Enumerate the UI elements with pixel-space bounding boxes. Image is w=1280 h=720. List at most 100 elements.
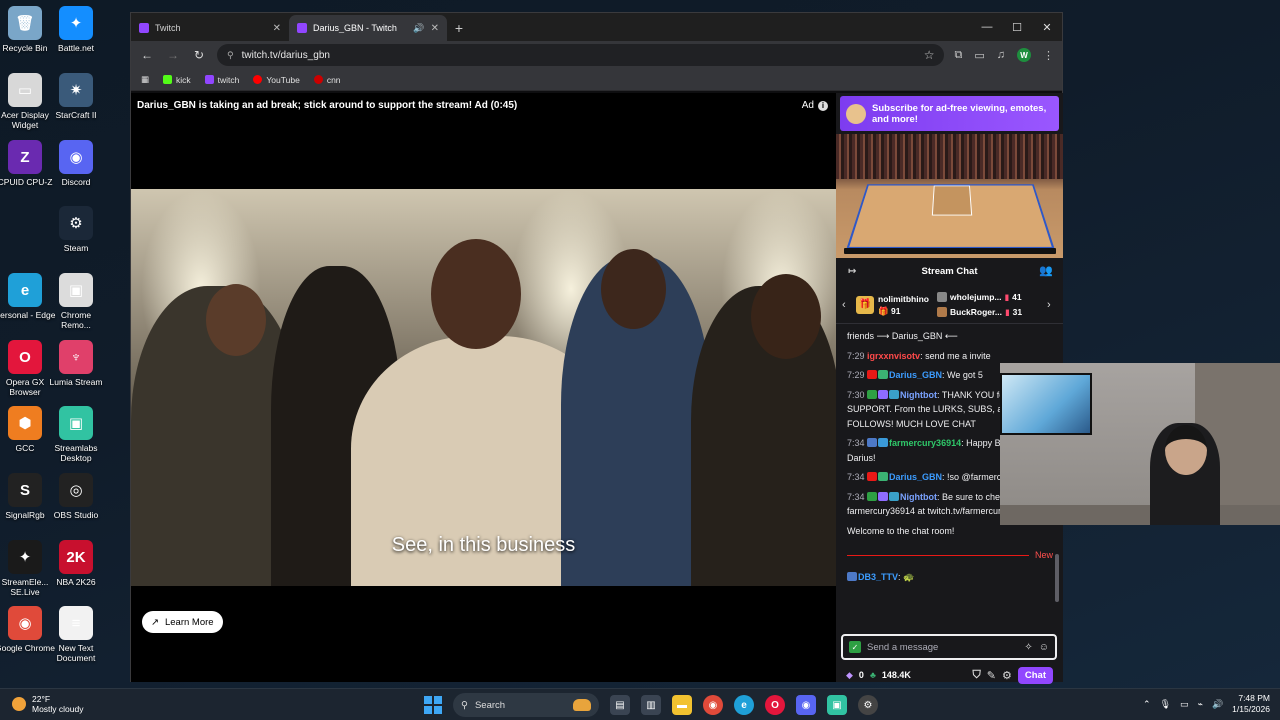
chat-badge-icon[interactable]: [867, 438, 878, 447]
desktop-icon[interactable]: ◉ Discord: [45, 140, 107, 187]
desktop-icon[interactable]: ≡ New Text Document: [45, 606, 107, 663]
bookmark-cnn[interactable]: cnn: [313, 75, 341, 85]
chat-badge-icon[interactable]: [878, 389, 889, 399]
chat-badge-icon[interactable]: [889, 491, 900, 501]
gift-list-item[interactable]: BuckRoger... ▮ 31: [937, 305, 1022, 320]
bookmark-youtube[interactable]: YouTube: [253, 75, 300, 85]
network-icon[interactable]: ⌁: [1198, 699, 1203, 710]
learn-more-button[interactable]: ↗ Learn More: [142, 611, 223, 633]
tab-darius-gbn[interactable]: Darius_GBN - Twitch 🔊 ✕: [289, 15, 447, 41]
chat-badge-icon[interactable]: [878, 472, 889, 481]
desktop-icon[interactable]: ▣ Chrome Remo...: [45, 273, 107, 330]
chat-badge-icon[interactable]: [867, 491, 878, 501]
top-gifter[interactable]: nolimitbhino 🎁 91: [878, 293, 929, 317]
scrollbar-thumb[interactable]: [1055, 554, 1059, 602]
microphone-icon[interactable]: 🎙: [1160, 699, 1171, 710]
chat-badge-icon[interactable]: [867, 389, 878, 399]
maximize-icon[interactable]: ☐: [1002, 13, 1032, 41]
file-explorer-icon[interactable]: ▬: [672, 695, 692, 715]
settings-gear-icon[interactable]: ⚙: [1002, 669, 1012, 682]
reload-icon[interactable]: ↻: [191, 48, 207, 62]
streamlabs-icon[interactable]: ▣: [827, 695, 847, 715]
edge-icon[interactable]: e: [734, 695, 754, 715]
emote-picker-badge-icon[interactable]: ✓: [849, 641, 861, 653]
apps-grid-icon[interactable]: ▦: [141, 74, 149, 85]
chevron-up-icon[interactable]: ⌃: [1143, 699, 1151, 710]
back-icon[interactable]: ←: [139, 48, 155, 62]
task-view-icon[interactable]: ▤: [610, 695, 630, 715]
clock[interactable]: 7:48 PM 1/15/2026: [1232, 693, 1270, 715]
collapse-chat-icon[interactable]: ↦: [848, 266, 856, 277]
extensions-icon[interactable]: ⧉: [954, 49, 962, 62]
chat-send-button[interactable]: Chat: [1017, 666, 1053, 684]
chat-badge-icon[interactable]: [867, 472, 878, 481]
pen-icon[interactable]: ✎: [987, 669, 996, 682]
close-tab-icon[interactable]: ✕: [273, 23, 281, 34]
gift-list-item[interactable]: wholejump... ▮ 41: [937, 290, 1022, 305]
menu-icon[interactable]: ⋮: [1043, 49, 1054, 62]
chat-username[interactable]: Nightbot: [900, 492, 937, 502]
address-bar[interactable]: ⚲ twitch.tv/darius_gbn ☆: [217, 44, 945, 66]
close-window-icon[interactable]: ✕: [1032, 13, 1062, 41]
tab-twitch[interactable]: Twitch ✕: [131, 15, 289, 41]
chat-badge-icon[interactable]: [878, 491, 889, 501]
windows-start-icon[interactable]: [424, 696, 442, 714]
chat-message[interactable]: friends ⟶ Darius_GBN ⟵: [847, 329, 1053, 344]
ad-badge[interactable]: Ad i: [802, 100, 828, 111]
chat-badge-icon[interactable]: [878, 370, 889, 379]
close-tab-icon[interactable]: ✕: [431, 23, 439, 34]
desktop-icon[interactable]: 2K NBA 2K26: [45, 540, 107, 587]
chat-username[interactable]: Darius_GBN: [889, 472, 942, 482]
video-player[interactable]: Darius_GBN is taking an ad break; stick …: [131, 93, 836, 682]
mini-stream-preview[interactable]: [836, 134, 1063, 258]
channel-points-icon[interactable]: ◆: [846, 670, 853, 681]
minimize-icon[interactable]: —: [972, 13, 1002, 41]
desktop-icon[interactable]: ✦ Battle.net: [45, 6, 107, 53]
desktop-icon[interactable]: ▣ Streamlabs Desktop: [45, 406, 107, 463]
new-tab-button[interactable]: +: [447, 20, 471, 36]
subscribe-promo[interactable]: Subscribe for ad-free viewing, emotes, a…: [840, 96, 1059, 131]
opera-gx-icon[interactable]: O: [765, 695, 785, 715]
site-info-icon[interactable]: ⚲: [227, 50, 234, 61]
forward-icon[interactable]: →: [165, 48, 181, 62]
bookmark-twitch[interactable]: twitch: [204, 75, 239, 85]
taskbar-search[interactable]: ⚲ Search: [453, 693, 599, 717]
community-icon[interactable]: 👥: [1039, 264, 1053, 277]
chevron-left-icon[interactable]: ‹: [842, 299, 852, 311]
chat-badge-icon[interactable]: [847, 572, 857, 581]
widgets-icon[interactable]: ▥: [641, 695, 661, 715]
chat-username[interactable]: igrxxnvisotv: [867, 351, 920, 361]
chevron-right-icon[interactable]: ›: [1047, 299, 1057, 311]
chat-badge-icon[interactable]: [878, 438, 889, 447]
bookmark-star-icon[interactable]: ☆: [924, 48, 935, 62]
desktop-icon[interactable]: ⚙ Steam: [45, 206, 107, 253]
chat-username[interactable]: Nightbot: [900, 390, 937, 400]
display-icon[interactable]: ▭: [1180, 699, 1189, 710]
bits-icon[interactable]: ♣: [870, 670, 876, 680]
chat-input[interactable]: ✓ Send a message ✧ ☺: [841, 634, 1057, 660]
chat-message[interactable]: 7:29 igrxxnvisotv: send me a invite: [847, 349, 1053, 364]
chat-username[interactable]: Darius_GBN: [889, 370, 942, 380]
chat-username[interactable]: DB3_TTV: [858, 572, 898, 582]
desktop-icon[interactable]: ✷ StarCraft II: [45, 73, 107, 120]
chat-message[interactable]: DB3_TTV: 🐢: [847, 570, 1053, 585]
chrome-icon[interactable]: ◉: [703, 695, 723, 715]
cheer-icon[interactable]: ✧: [1024, 642, 1032, 653]
media-icon[interactable]: ♫: [997, 49, 1005, 61]
info-icon[interactable]: i: [818, 100, 828, 111]
chat-username[interactable]: farmercury36914: [889, 438, 961, 448]
speaker-icon[interactable]: 🔊: [413, 23, 424, 34]
cast-icon[interactable]: ▭: [974, 49, 984, 62]
shield-icon[interactable]: ⛉: [973, 669, 981, 682]
weather-widget[interactable]: 22°F Mostly cloudy: [12, 694, 84, 714]
settings-app-icon[interactable]: ⚙: [858, 695, 878, 715]
chat-badge-icon[interactable]: [889, 389, 900, 399]
profile-avatar[interactable]: W: [1017, 48, 1031, 62]
volume-icon[interactable]: 🔊: [1212, 699, 1223, 710]
desktop-icon[interactable]: ◎ OBS Studio: [45, 473, 107, 520]
chat-badge-icon[interactable]: [867, 370, 878, 379]
emoji-icon[interactable]: ☺: [1039, 642, 1049, 653]
bookmark-kick[interactable]: kick: [163, 75, 191, 85]
discord-icon[interactable]: ◉: [796, 695, 816, 715]
desktop-icon[interactable]: ♆ Lumia Stream: [45, 340, 107, 387]
